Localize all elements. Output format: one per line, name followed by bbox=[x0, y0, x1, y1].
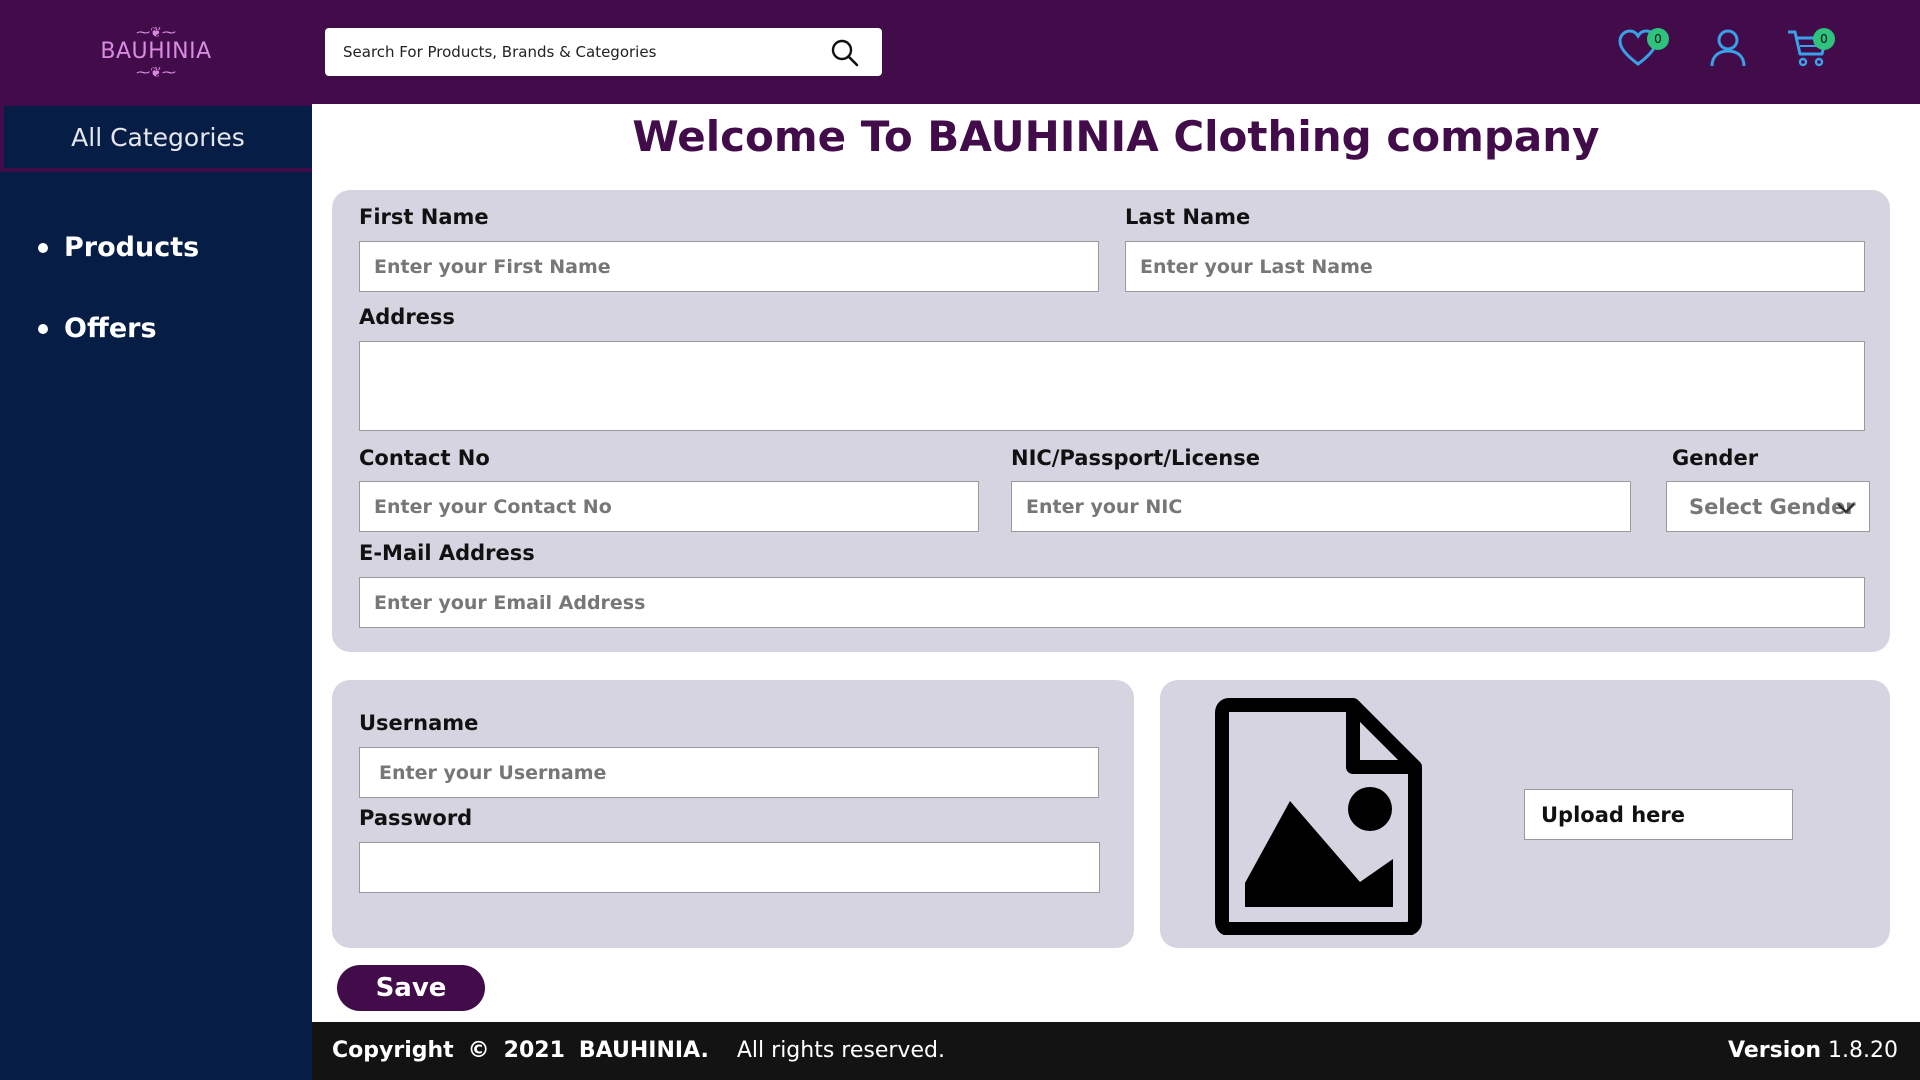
top-header: ⁓❦⁓ BAUHINIA ⁓❦⁓ 0 0 bbox=[0, 0, 1920, 104]
page-title: Welcome To BAUHINIA Clothing company bbox=[632, 112, 1600, 161]
first-name-field[interactable] bbox=[359, 241, 1099, 292]
upload-button[interactable]: Upload here bbox=[1524, 789, 1793, 840]
version-info: Version 1.8.20 bbox=[1728, 1038, 1898, 1063]
sidebar-item-label: Offers bbox=[64, 313, 157, 344]
brand-logo[interactable]: ⁓❦⁓ BAUHINIA ⁓❦⁓ bbox=[100, 22, 212, 82]
version-value: 1.8.20 bbox=[1828, 1038, 1898, 1063]
wishlist-count-badge: 0 bbox=[1647, 28, 1669, 50]
address-label: Address bbox=[359, 305, 455, 329]
bullet-icon bbox=[38, 323, 48, 334]
footer: Copyright © 2021 BAUHINIA. All rights re… bbox=[312, 1022, 1920, 1080]
chevron-down-icon bbox=[1837, 503, 1855, 514]
cart-count-badge: 0 bbox=[1813, 28, 1835, 50]
logo-text: BAUHINIA bbox=[100, 39, 212, 64]
search-input[interactable] bbox=[325, 28, 805, 76]
first-name-label: First Name bbox=[359, 205, 489, 229]
address-field[interactable] bbox=[359, 341, 1865, 431]
image-file-icon bbox=[1215, 698, 1422, 935]
last-name-label: Last Name bbox=[1125, 205, 1251, 229]
logo-flourish-top: ⁓❦⁓ bbox=[136, 24, 176, 40]
copyright-notice: Copyright © 2021 BAUHINIA. All rights re… bbox=[332, 1038, 945, 1063]
search-icon[interactable] bbox=[830, 38, 860, 68]
search-bar bbox=[325, 28, 882, 76]
version-label: Version bbox=[1728, 1038, 1822, 1063]
save-button[interactable]: Save bbox=[337, 965, 485, 1011]
sidebar-item-offers[interactable]: Offers bbox=[38, 313, 157, 344]
copyright-company: BAUHINIA. bbox=[578, 1038, 709, 1063]
gender-select[interactable]: Select Gender bbox=[1666, 481, 1870, 532]
last-name-field[interactable] bbox=[1125, 241, 1865, 292]
sidebar: All Categories Products Offers bbox=[0, 104, 312, 1080]
user-icon[interactable] bbox=[1706, 26, 1750, 70]
copyright-symbol: © bbox=[467, 1038, 490, 1063]
contact-no-label: Contact No bbox=[359, 446, 490, 470]
copyright-rights: All rights reserved. bbox=[736, 1038, 945, 1063]
username-label: Username bbox=[359, 711, 479, 735]
username-field[interactable] bbox=[359, 747, 1099, 798]
copyright-word: Copyright bbox=[332, 1038, 454, 1063]
all-categories-button[interactable]: All Categories bbox=[0, 104, 312, 172]
nic-field[interactable] bbox=[1011, 481, 1631, 532]
logo-flourish-bottom: ⁓❦⁓ bbox=[136, 64, 176, 80]
email-field[interactable] bbox=[359, 577, 1865, 628]
sidebar-item-label: Products bbox=[64, 232, 200, 263]
password-label: Password bbox=[359, 806, 473, 830]
contact-no-field[interactable] bbox=[359, 481, 979, 532]
copyright-year: 2021 bbox=[503, 1038, 565, 1063]
email-label: E-Mail Address bbox=[359, 541, 535, 565]
gender-selected-value: Select Gender bbox=[1689, 494, 1856, 519]
bullet-icon bbox=[38, 242, 48, 253]
gender-label: Gender bbox=[1672, 446, 1759, 470]
nic-label: NIC/Passport/License bbox=[1011, 446, 1260, 470]
sidebar-item-products[interactable]: Products bbox=[38, 232, 199, 263]
password-field[interactable] bbox=[359, 842, 1100, 893]
